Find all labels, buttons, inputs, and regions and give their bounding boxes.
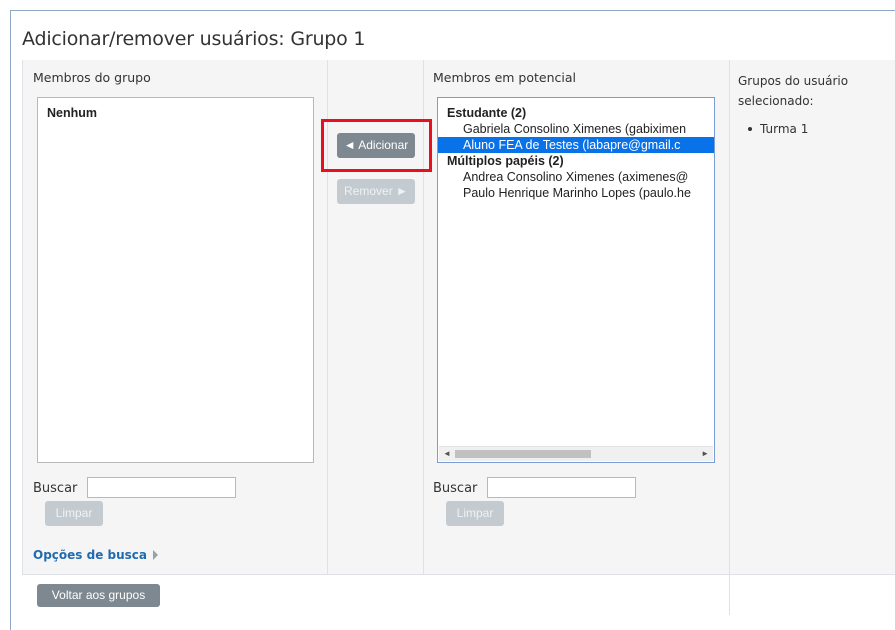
potential-clear-button[interactable]: Limpar	[446, 501, 504, 526]
user-group-item: Turma 1	[760, 122, 809, 136]
option-user[interactable]: Andrea Consolino Ximenes (aximenes@	[438, 169, 714, 185]
user-groups-label: Grupos do usuário selecionado:	[738, 71, 848, 111]
footer-divider	[729, 575, 730, 615]
potential-label: Membros em potencial	[433, 70, 576, 85]
scroll-left-icon[interactable]: ◄	[443, 448, 451, 460]
bullet-icon	[748, 127, 752, 131]
potential-listbox[interactable]: Estudante (2) Gabriela Consolino Ximenes…	[437, 97, 715, 463]
members-empty-option: Nenhum	[47, 106, 97, 120]
potential-search-label: Buscar	[433, 481, 478, 496]
user-groups-column	[730, 60, 895, 574]
highlight-annotation	[321, 119, 432, 172]
members-listbox[interactable]: Nenhum	[37, 97, 314, 463]
remove-button[interactable]: Remover ►	[337, 179, 415, 204]
user-groups-label-line1: Grupos do usuário	[738, 74, 849, 88]
members-clear-button[interactable]: Limpar	[45, 501, 103, 526]
potential-search-input[interactable]	[487, 477, 636, 498]
user-groups-label-line2: selecionado:	[738, 94, 814, 108]
scroll-right-icon[interactable]: ►	[701, 448, 709, 460]
user-groups-list: Turma 1	[748, 122, 808, 136]
option-user[interactable]: Paulo Henrique Marinho Lopes (paulo.he	[438, 185, 714, 201]
search-options-link[interactable]: Opções de busca	[33, 548, 158, 562]
page-title: Adicionar/remover usuários: Grupo 1	[22, 28, 366, 50]
chevron-right-icon	[153, 550, 158, 560]
optgroup-student: Estudante (2)	[447, 106, 527, 120]
option-user[interactable]: Gabriela Consolino Ximenes (gabiximen	[438, 121, 714, 137]
scrollbar-thumb[interactable]	[455, 450, 591, 458]
horizontal-scrollbar[interactable]: ◄ ►	[439, 446, 713, 461]
optgroup-multiple-roles: Múltiplos papéis (2)	[447, 154, 564, 168]
option-user-selected[interactable]: Aluno FEA de Testes (labapre@gmail.c	[438, 137, 714, 153]
members-label: Membros do grupo	[33, 70, 151, 85]
members-search-label: Buscar	[33, 481, 78, 496]
search-options-label: Opções de busca	[33, 548, 147, 562]
members-search-input[interactable]	[87, 477, 236, 498]
back-to-groups-button[interactable]: Voltar aos grupos	[37, 584, 160, 607]
